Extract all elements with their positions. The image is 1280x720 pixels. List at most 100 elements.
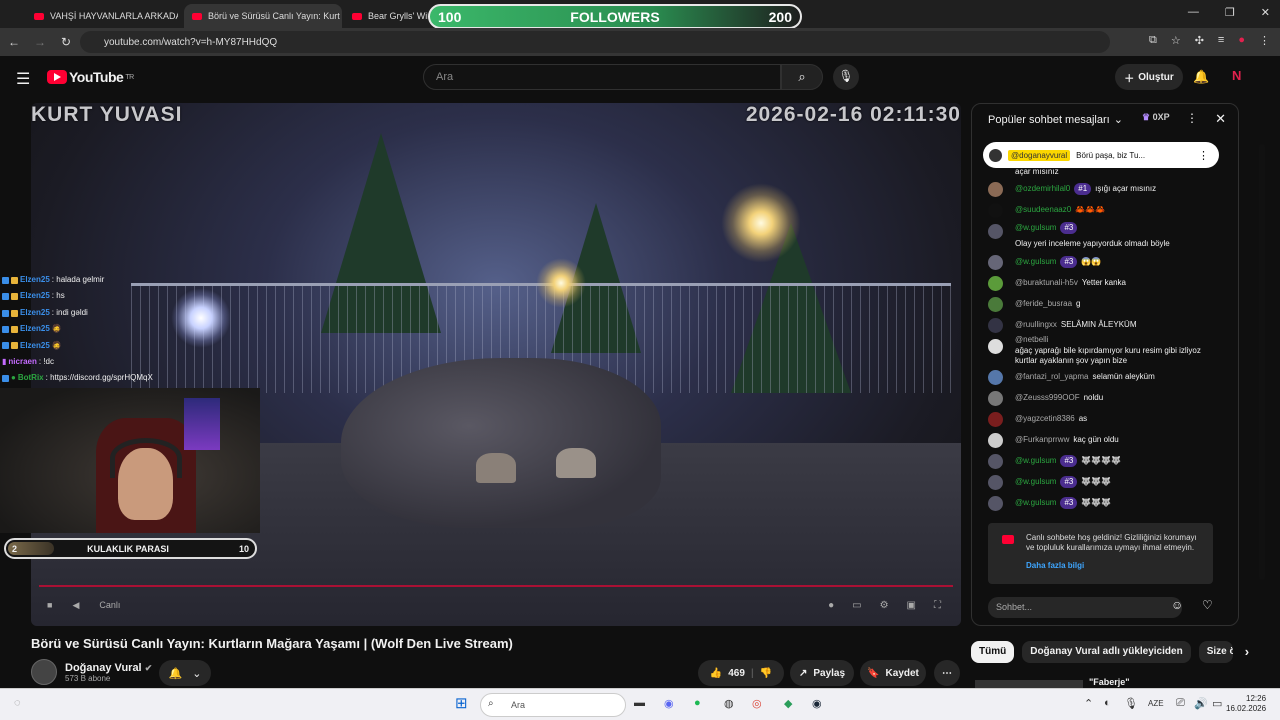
chat-avatar[interactable] <box>988 339 1003 354</box>
chat-avatar[interactable] <box>988 182 1003 197</box>
chat-avatar[interactable] <box>988 391 1003 406</box>
chat-username[interactable]: @ruullingxx <box>1015 320 1057 330</box>
chat-username[interactable]: @w.gulsum <box>1015 498 1056 508</box>
chevron-right-icon[interactable]: › <box>1245 641 1249 663</box>
emoji-icon[interactable]: ☺ <box>1171 598 1183 612</box>
heart-icon[interactable]: ♡ <box>1202 598 1213 612</box>
miniplayer-icon[interactable]: ▣ <box>907 600 916 611</box>
menu-kebab-icon[interactable]: ⋮ <box>1259 34 1270 47</box>
discord-icon[interactable]: ◉ <box>664 697 674 710</box>
chat-username[interactable]: @suudeenaaz0 <box>1015 205 1071 215</box>
notifications-bell-icon[interactable]: 🔔 <box>1193 69 1209 85</box>
file-explorer-icon[interactable]: ▬ <box>634 697 645 709</box>
chat-avatar[interactable] <box>988 496 1003 511</box>
chat-message[interactable]: @netbelli ağaç yaprağı bile kıpırdamıyor … <box>988 335 1218 366</box>
chrome-icon[interactable]: ◎ <box>752 697 762 710</box>
page-scrollbar[interactable] <box>1259 144 1265 580</box>
chat-avatar[interactable] <box>988 255 1003 270</box>
xp-badge[interactable]: ♛ 0XP <box>1142 112 1170 123</box>
chat-avatar[interactable] <box>988 475 1003 490</box>
taskbar-search[interactable]: Ara <box>480 693 626 717</box>
minimize-icon[interactable]: — <box>1188 6 1199 19</box>
save-button[interactable]: 🔖 Kaydet <box>860 660 926 686</box>
search-input[interactable]: Ara <box>423 64 781 90</box>
chat-input[interactable]: Sohbet... <box>988 597 1182 618</box>
app-icon[interactable]: ◆ <box>784 697 792 710</box>
install-app-icon[interactable]: ⧉ <box>1149 34 1157 47</box>
chat-username[interactable]: @ozdemirhilal0 <box>1015 184 1070 194</box>
taskbar-clock[interactable]: 12:26 16.02.2026 <box>1226 694 1266 714</box>
fullscreen-icon[interactable]: ⛶ <box>934 600 941 611</box>
chat-avatar[interactable] <box>988 203 1003 218</box>
chat-message[interactable]: @ozdemirhilal0 #1 ışığı açar mısınız <box>988 178 1218 199</box>
reload-icon[interactable]: ↻ <box>54 35 78 49</box>
network-icon[interactable]: ⎚ <box>1176 697 1185 710</box>
pinned-options-icon[interactable]: ⋮ <box>1198 149 1209 162</box>
chat-username[interactable]: @fantazi_rol_yapma <box>1015 372 1089 382</box>
settings-gear-icon[interactable]: ⚙ <box>880 600 889 611</box>
chat-message[interactable]: @w.gulsum #3 🐺🐺🐺 <box>988 492 1218 513</box>
chip-uploader[interactable]: Doğanay Vural adlı yükleyiciden <box>1022 641 1191 663</box>
close-window-icon[interactable]: ✕ <box>1261 6 1270 19</box>
pinned-message[interactable]: @doganayvural Börü paşa, biz Tu... ⋮ <box>983 142 1219 168</box>
chat-message[interactable]: @yagzcetin8386 as <box>988 408 1218 429</box>
stop-icon[interactable]: ■ <box>47 600 52 611</box>
autoplay-icon[interactable]: ● <box>828 600 834 611</box>
like-dislike-button[interactable]: 👍 469 | 👎 <box>698 660 784 686</box>
language-indicator[interactable]: AZE <box>1148 699 1164 708</box>
chat-message[interactable]: @ruullingxx SELÂMIN ÂLEYKÜM <box>988 314 1218 335</box>
create-button[interactable]: ＋ Oluştur <box>1115 64 1183 90</box>
chat-message[interactable]: @buraktunali-h5v Yetter kanka <box>988 272 1218 293</box>
chat-username[interactable]: @yagzcetin8386 <box>1015 414 1075 424</box>
chat-message[interactable]: @Furkanprrww kaç gün oldu <box>988 429 1218 450</box>
chat-username[interactable]: @w.gulsum <box>1015 477 1056 487</box>
channel-name[interactable]: Doğanay Vural ✔ <box>65 662 152 674</box>
tray-chevron-icon[interactable]: ⌃ <box>1084 697 1093 710</box>
chat-mode-dropdown[interactable]: Popüler sohbet mesajları ⌄ <box>988 113 1123 127</box>
url-field[interactable]: youtube.com/watch?v=h-MY87HHdQQ <box>80 31 1110 53</box>
chat-avatar[interactable] <box>988 276 1003 291</box>
mic-tray-icon[interactable]: 🎙 <box>1124 697 1138 710</box>
spotify-icon[interactable]: ● <box>694 697 701 709</box>
subscription-bell-button[interactable]: 🔔 ⌄ <box>159 660 211 686</box>
back-icon[interactable]: ← <box>2 35 26 49</box>
volume-icon[interactable]: 🔊 <box>1194 697 1208 710</box>
channel-avatar[interactable] <box>31 659 57 685</box>
chip-all[interactable]: Tümü <box>971 641 1015 663</box>
hamburger-menu-icon[interactable]: ☰ <box>16 69 30 89</box>
chip-for-you[interactable]: Size ö <box>1198 641 1233 663</box>
app-icon[interactable]: ◍ <box>724 697 734 710</box>
search-icon[interactable]: ⌕ <box>781 64 823 90</box>
media-icon[interactable]: ≡ <box>1218 34 1224 47</box>
chat-avatar[interactable] <box>988 224 1003 239</box>
chat-message[interactable]: @w.gulsum #3 🐺🐺🐺🐺 <box>988 450 1218 471</box>
live-progress-bar[interactable] <box>39 585 953 587</box>
bookmark-star-icon[interactable]: ☆ <box>1171 34 1181 47</box>
chat-avatar[interactable] <box>988 318 1003 333</box>
windows-start-icon[interactable]: ⊞ <box>455 694 468 712</box>
chat-message[interactable]: @feride_busraa g <box>988 293 1218 314</box>
close-chat-icon[interactable]: ✕ <box>1215 111 1226 127</box>
browser-tab-active[interactable]: Börü ve Sürüsü Canlı Yayın: Kurt× <box>184 4 342 28</box>
maximize-icon[interactable]: ❐ <box>1225 6 1235 19</box>
chat-username[interactable]: @buraktunali-h5v <box>1015 278 1078 288</box>
captions-icon[interactable]: ▭ <box>852 600 861 611</box>
extensions-icon[interactable]: ✣ <box>1195 34 1204 47</box>
steam-icon[interactable]: ◉ <box>812 697 822 710</box>
more-actions-icon[interactable]: ⋯ <box>934 660 960 686</box>
chat-message[interactable]: @w.gulsum #3 Olay yeri inceleme yapıyorduk… <box>988 220 1218 251</box>
chat-avatar[interactable] <box>988 454 1003 469</box>
chat-message[interactable]: @suudeenaaz0 🦀🦀🦀 <box>988 199 1218 220</box>
learn-more-link[interactable]: Daha fazla bilgi <box>1026 561 1205 571</box>
chat-options-icon[interactable]: ⋮ <box>1186 111 1198 125</box>
widgets-icon[interactable]: ◌ <box>14 697 21 709</box>
chat-username[interactable]: @Zeusss999OOF <box>1015 393 1080 403</box>
microphone-icon[interactable]: 🎙 <box>833 64 859 90</box>
account-avatar[interactable]: N <box>1232 68 1248 84</box>
chat-username[interactable]: @w.gulsum <box>1015 456 1056 466</box>
recommended-video[interactable]: "Faberje" <box>975 677 1255 688</box>
browser-tab[interactable]: VAHŞİ HAYVANLARLA ARKADA× <box>26 4 178 28</box>
chat-username[interactable]: @feride_busraa <box>1015 299 1072 309</box>
youtube-logo[interactable]: YouTube TR <box>47 69 134 85</box>
forward-icon[interactable]: → <box>28 35 52 49</box>
